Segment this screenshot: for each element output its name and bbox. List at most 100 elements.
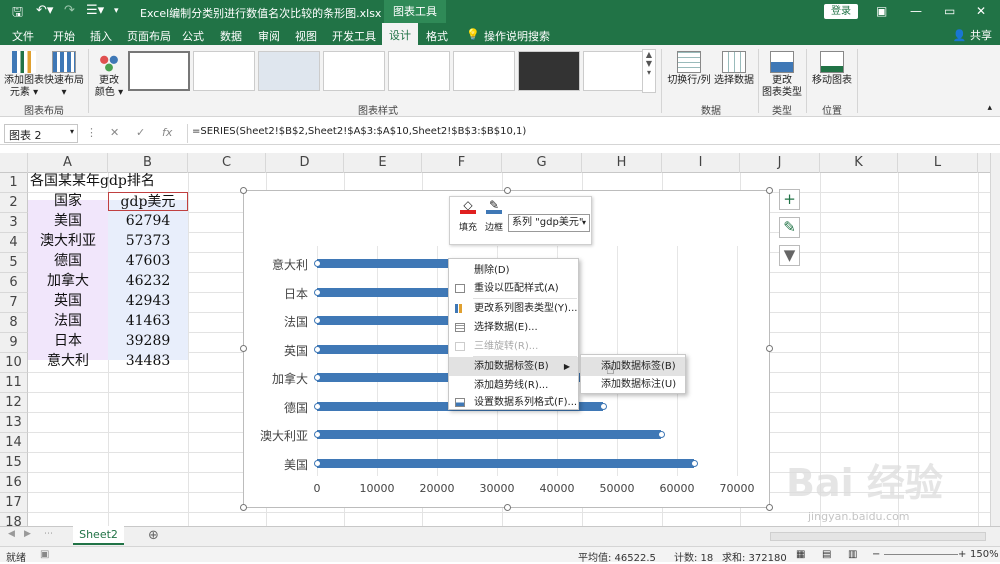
resize-handle[interactable] [240,345,247,352]
chart-style-thumb[interactable] [128,51,190,91]
cell-country[interactable]: 日本 [28,332,108,351]
more-sheets-icon[interactable]: ⋯ [44,529,53,539]
page-break-view-icon[interactable]: ▥ [848,549,857,560]
move-chart-button[interactable]: 移动图表 [810,51,854,87]
restore-icon[interactable]: ▭ [944,4,955,18]
row-header[interactable]: 5 [0,253,28,273]
minimize-icon[interactable]: — [910,4,922,18]
cell-gdp[interactable]: 34483 [108,352,188,371]
menu-item-change-chart-type[interactable]: 更改系列图表类型(Y)... [449,299,578,318]
series-select[interactable]: 系列 "gdp美元" ▾ [508,214,590,232]
resize-handle[interactable] [240,187,247,194]
name-box[interactable]: 图表 2 ▾ [4,124,78,143]
change-colors-button[interactable]: 更改 颜色 ▾ [92,51,126,99]
normal-view-icon[interactable]: ▦ [796,549,805,560]
row-header[interactable]: 2 [0,193,28,213]
cell-country[interactable]: 美国 [28,212,108,231]
form-icon[interactable]: ☰▾ [86,3,104,18]
column-header[interactable]: G [502,153,582,173]
switch-row-column-button[interactable]: 切换行/列 [666,51,712,87]
resize-handle[interactable] [504,187,511,194]
outline-button[interactable]: ✎ 边框 [482,199,506,233]
column-header[interactable]: A [28,153,108,173]
resize-handle[interactable] [766,504,773,511]
zoom-out-icon[interactable]: − [872,549,880,560]
row-header[interactable]: 9 [0,333,28,353]
menu-item-add-data-labels[interactable]: 添加数据标签(B) ▶ [449,357,578,376]
chart-style-thumb[interactable] [518,51,580,91]
chart-elements-button[interactable]: + [779,189,800,210]
tab-insert[interactable]: 插入 [90,28,112,44]
insert-function-icon[interactable]: fx [162,126,172,139]
column-header[interactable]: B [108,153,188,173]
zoom-slider[interactable] [884,554,958,555]
page-layout-view-icon[interactable]: ▤ [822,549,831,560]
cell-gdp[interactable]: 39289 [108,332,188,351]
menu-item-delete[interactable]: 删除(D) [449,261,578,280]
ribbon-display-icon[interactable]: ▣ [876,4,887,18]
row-header[interactable]: 1 [0,173,28,193]
cell-country[interactable]: 德国 [28,252,108,271]
row-header[interactable]: 3 [0,213,28,233]
cancel-icon[interactable]: ✕ [110,126,119,139]
column-header[interactable]: L [898,153,978,173]
cell-gdp[interactable]: 62794 [108,212,188,231]
row-header[interactable]: 4 [0,233,28,253]
resize-handle[interactable] [766,187,773,194]
tab-page-layout[interactable]: 页面布局 [127,28,171,44]
tab-format[interactable]: 格式 [426,28,448,44]
row-header[interactable]: 6 [0,273,28,293]
menu-item-add-data-callouts[interactable]: 添加数据标注(U) [581,375,685,394]
menu-item-format-series[interactable]: 设置数据系列格式(F)... [449,393,578,412]
row-header[interactable]: 15 [0,453,28,473]
chart-style-thumb[interactable] [193,51,255,91]
select-data-button[interactable]: 选择数据 [712,51,756,87]
column-header[interactable]: K [820,153,898,173]
fill-button[interactable]: ◇ 填充 [456,199,480,233]
close-icon[interactable]: ✕ [976,4,986,18]
vertical-scrollbar[interactable] [990,153,1000,526]
change-chart-type-button[interactable]: 更改 图表类型 [762,51,802,99]
tab-review[interactable]: 审阅 [258,28,280,44]
select-all-corner[interactable] [0,153,28,173]
sheet-tab[interactable]: Sheet2 [73,526,124,545]
column-header[interactable]: I [662,153,740,173]
resize-handle[interactable] [766,345,773,352]
column-header[interactable]: H [582,153,662,173]
chart-style-thumb[interactable] [583,51,645,91]
add-chart-element-button[interactable]: 添加图表 元素 ▾ [4,51,44,99]
tab-formulas[interactable]: 公式 [182,28,204,44]
chart-filters-button[interactable]: ▼ [779,245,800,266]
prev-sheet-icon[interactable]: ◀ [8,529,15,539]
resize-handle[interactable] [504,504,511,511]
save-icon[interactable]: 🖫 [12,3,23,25]
cell-country[interactable]: 英国 [28,292,108,311]
row-header[interactable]: 12 [0,393,28,413]
cell-header-gdp[interactable]: gdp美元 [108,192,188,211]
tab-developer[interactable]: 开发工具 [332,28,376,44]
chart-style-thumb[interactable] [258,51,320,91]
tab-data[interactable]: 数据 [220,28,242,44]
tab-file[interactable]: 文件 [12,28,34,44]
cell-country[interactable]: 加拿大 [28,272,108,291]
chart-style-thumb[interactable] [323,51,385,91]
cell-gdp[interactable]: 46232 [108,272,188,291]
column-header[interactable]: D [266,153,344,173]
customize-qat-icon[interactable]: ▾ [114,6,119,16]
bar[interactable] [314,430,666,439]
chart-style-thumb[interactable] [453,51,515,91]
menu-item-add-data-labels-sub[interactable]: 添加数据标签(B) [581,357,685,376]
cell-header-country[interactable]: 国家 [28,192,108,211]
undo-icon[interactable]: ↶▾ [36,3,53,18]
bar[interactable] [314,458,698,468]
tab-design[interactable]: 设计 [382,23,418,45]
column-header[interactable]: E [344,153,422,173]
share-button[interactable]: 👤 共享 [953,27,992,43]
row-header[interactable]: 7 [0,293,28,313]
cell-country[interactable]: 意大利 [28,352,108,371]
chart-styles-button[interactable]: ✎ [779,217,800,238]
column-header[interactable]: J [740,153,820,173]
row-header[interactable]: 17 [0,493,28,513]
resize-handle[interactable] [240,504,247,511]
menu-item-reset-style[interactable]: 重设以匹配样式(A) [449,279,578,298]
